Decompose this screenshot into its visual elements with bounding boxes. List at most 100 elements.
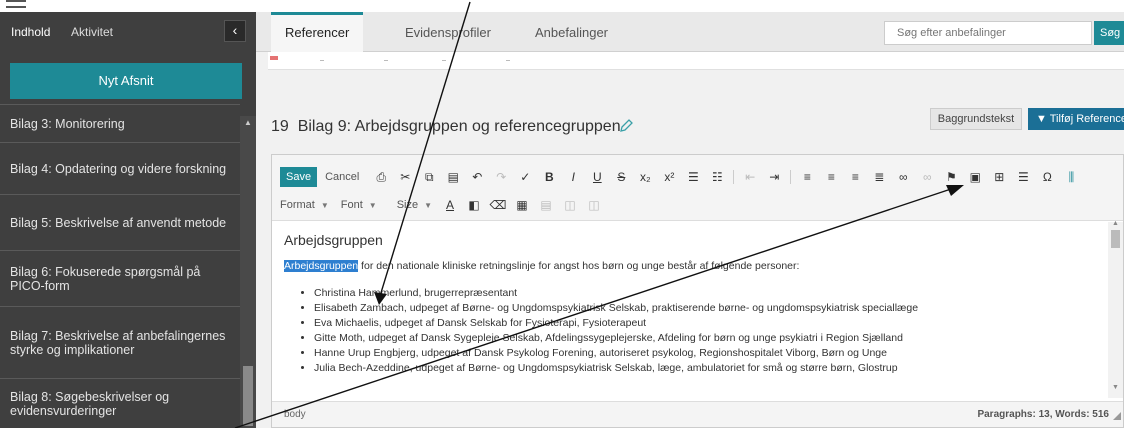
menu-icon[interactable]	[6, 0, 26, 8]
superscript-icon[interactable]: x²	[657, 168, 681, 186]
font-dropdown[interactable]: Font ▼	[341, 199, 377, 211]
selected-text: Arbejdsgruppen	[284, 260, 359, 272]
toolbar-row-1: Save Cancel ⎙ ✂ ⧉ ▤ ↶ ↷ ✓ B I U S x₂ x² …	[280, 167, 1083, 187]
tab-aktivitet[interactable]: Aktivitet	[71, 25, 113, 39]
rich-text-editor: Save Cancel ⎙ ✂ ⧉ ▤ ↶ ↷ ✓ B I U S x₂ x² …	[271, 154, 1124, 428]
cancel-button[interactable]: Cancel	[325, 171, 359, 183]
editor-toolbar: Save Cancel ⎙ ✂ ⧉ ▤ ↶ ↷ ✓ B I U S x₂ x² …	[272, 155, 1123, 221]
toolbar-separator	[733, 170, 735, 184]
underline-icon[interactable]: U	[585, 168, 609, 186]
align-center-icon[interactable]: ≡	[819, 168, 843, 186]
sidebar-item-bilag-8[interactable]: Bilag 8: Søgebeskrivelser og evidensvurd…	[0, 378, 240, 428]
sidebar-scroll-thumb[interactable]	[243, 366, 253, 426]
tab-anbefalinger[interactable]: Anbefalinger	[535, 12, 608, 52]
sidebar-item-bilag-4[interactable]: Bilag 4: Opdatering og videre forskning	[0, 142, 240, 194]
member-list: Christina Hammerlund, brugerrepræsentant…	[284, 286, 1096, 376]
status-marker	[270, 56, 278, 60]
align-right-icon[interactable]: ≡	[843, 168, 867, 186]
horizontal-line-icon[interactable]: ☰	[1011, 168, 1035, 186]
intro-paragraph: Arbejdsgruppen for den nationale klinisk…	[284, 260, 1096, 272]
editor-content[interactable]: Arbejdsgruppen Arbejdsgruppen for den na…	[272, 222, 1108, 398]
editor-scroll-thumb[interactable]	[1111, 230, 1120, 248]
scroll-down-arrow-icon[interactable]: ▼	[1112, 384, 1119, 391]
library-icon[interactable]: ⫼	[1059, 168, 1083, 186]
editor-statusbar: body Paragraphs: 13, Words: 516	[272, 401, 1123, 427]
background-text-button[interactable]: Baggrundstekst	[930, 108, 1022, 130]
dash-mark	[442, 60, 446, 61]
new-section-button[interactable]: Nyt Afsnit	[10, 63, 242, 99]
sidebar: Indhold Aktivitet ‹ Nyt Afsnit Bilag 3: …	[0, 12, 256, 428]
print-icon[interactable]: ⎙	[369, 168, 393, 186]
numbered-list-icon[interactable]: ☰	[681, 168, 705, 186]
strikethrough-icon[interactable]: S	[609, 168, 633, 186]
background-color-icon[interactable]: ◧	[462, 196, 486, 214]
table-icon[interactable]: ⊞	[987, 168, 1011, 186]
save-button[interactable]: Save	[280, 167, 318, 187]
indent-icon[interactable]: ⇥	[762, 168, 786, 186]
font-label: Font	[340, 199, 363, 211]
toolbar-row-2: Format ▼ Font ▼ Size ▼ A ◧ ⌫ ▦ ▤ ◫ ◫	[280, 196, 606, 214]
bold-icon[interactable]: B	[537, 168, 561, 186]
unlink-icon[interactable]: ∞	[915, 168, 939, 186]
image-icon[interactable]: ▣	[963, 168, 987, 186]
align-left-icon[interactable]: ≡	[795, 168, 819, 186]
top-strip	[0, 0, 1124, 12]
italic-icon[interactable]: I	[561, 168, 585, 186]
add-reference-button[interactable]: ▼ Tilføj Reference	[1028, 108, 1124, 130]
size-dropdown[interactable]: Size ▼	[397, 199, 432, 211]
text-color-icon[interactable]: A	[438, 196, 462, 214]
copy-icon[interactable]: ⧉	[417, 168, 441, 186]
tab-indhold[interactable]: Indhold	[11, 25, 50, 39]
sidebar-item-bilag-6[interactable]: Bilag 6: Fokuserede spørgsmål på PICO-fo…	[0, 250, 240, 306]
remove-format-icon[interactable]: ⌫	[486, 196, 510, 214]
tab-referencer[interactable]: Referencer	[271, 12, 364, 52]
paste-word-icon[interactable]: ▤	[534, 196, 558, 214]
sidebar-item-bilag-5[interactable]: Bilag 5: Beskrivelse af anvendt metode	[0, 194, 240, 250]
format-dropdown[interactable]: Format ▼	[280, 199, 329, 211]
replace-icon[interactable]: ◫	[582, 196, 606, 214]
justify-icon[interactable]: ≣	[867, 168, 891, 186]
search-button[interactable]: Søg	[1094, 21, 1124, 45]
list-item: Julia Bech-Azeddine, udpeget af Børne- o…	[314, 361, 1096, 376]
find-icon[interactable]: ◫	[558, 196, 582, 214]
dash-mark	[506, 60, 510, 61]
edit-pencil-icon[interactable]	[618, 118, 634, 134]
search-input[interactable]	[884, 21, 1092, 45]
bullet-list-icon[interactable]: ☷	[705, 168, 729, 186]
cut-icon[interactable]: ✂	[393, 168, 417, 186]
redo-icon[interactable]: ↷	[489, 168, 513, 186]
subscript-icon[interactable]: x₂	[633, 168, 657, 186]
scroll-up-arrow-icon[interactable]: ▲	[240, 118, 256, 127]
paste-text-icon[interactable]: ▦	[510, 196, 534, 214]
anchor-flag-icon[interactable]: ⚑	[939, 168, 963, 186]
sidebar-tabs: Indhold Aktivitet ‹	[0, 12, 256, 52]
resize-handle-icon[interactable]	[1113, 412, 1121, 420]
element-path[interactable]: body	[284, 409, 306, 420]
editor-scrollbar[interactable]: ▲ ▼	[1108, 220, 1123, 398]
scroll-up-arrow-icon[interactable]: ▲	[1112, 220, 1119, 227]
chevron-down-icon: ▼	[320, 201, 329, 210]
sidebar-section-list: Bilag 3: Monitorering Bilag 4: Opdaterin…	[0, 104, 240, 428]
list-item: Eva Michaelis, udpeget af Dansk Selskab …	[314, 316, 1096, 331]
sidebar-scrollbar[interactable]: ▲	[240, 116, 256, 428]
toolbar-separator	[790, 170, 792, 184]
special-character-icon[interactable]: Ω	[1035, 168, 1059, 186]
dash-mark	[384, 60, 388, 61]
collapse-sidebar-button[interactable]: ‹	[224, 20, 246, 42]
spellcheck-icon[interactable]: ✓	[513, 168, 537, 186]
undo-icon[interactable]: ↶	[465, 168, 489, 186]
list-item: Hanne Urup Engbjerg, udpeget af Dansk Ps…	[314, 346, 1096, 361]
list-item: Gitte Moth, udpeget af Dansk Sygepleje S…	[314, 331, 1096, 346]
paste-icon[interactable]: ▤	[441, 168, 465, 186]
tab-evidensprofiler[interactable]: Evidensprofiler	[405, 12, 491, 52]
format-label: Format	[280, 199, 315, 211]
content-heading: Arbejdsgruppen	[284, 232, 383, 248]
list-item: Christina Hammerlund, brugerrepræsentant	[314, 286, 1096, 301]
sidebar-item-bilag-7[interactable]: Bilag 7: Beskrivelse af anbefalingernes …	[0, 306, 240, 378]
chevron-down-icon: ▼	[368, 201, 377, 210]
sidebar-item-bilag-3[interactable]: Bilag 3: Monitorering	[0, 104, 240, 142]
outdent-icon[interactable]: ⇤	[738, 168, 762, 186]
main-tabbar: Referencer Evidensprofiler Anbefalinger …	[256, 12, 1124, 52]
section-heading: 19 Bilag 9: Arbejdsgruppen og referenceg…	[271, 118, 621, 136]
link-icon[interactable]: ∞	[891, 168, 915, 186]
